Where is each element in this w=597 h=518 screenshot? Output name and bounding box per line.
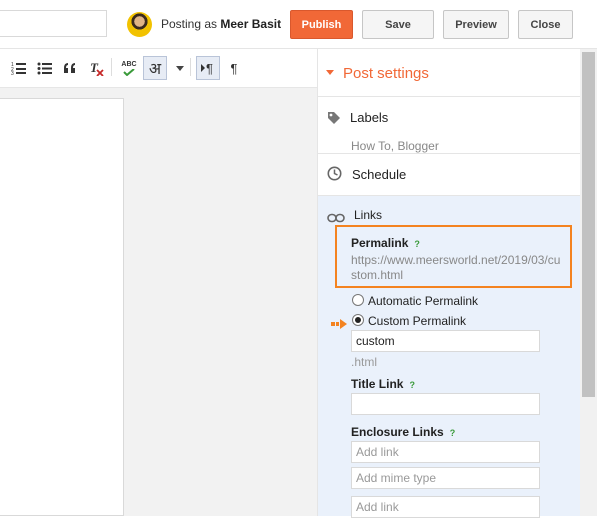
arrow-right-icon xyxy=(331,316,348,334)
divider xyxy=(318,153,580,154)
save-button[interactable]: Save xyxy=(362,10,434,39)
html-suffix: .html xyxy=(351,355,378,369)
user-name: Meer Basit xyxy=(220,17,282,31)
ltr-direction-button[interactable]: ¶ xyxy=(196,56,220,80)
clock-icon xyxy=(327,166,342,186)
numbered-list-icon[interactable]: 123 xyxy=(10,58,28,78)
permalink-url: https://www.meersworld.net/2019/03/custo… xyxy=(351,253,561,282)
help-icon[interactable]: ? xyxy=(409,380,415,390)
preview-button[interactable]: Preview xyxy=(443,10,509,39)
svg-text:T: T xyxy=(90,60,99,75)
posting-as-text: Posting as Meer Basit xyxy=(161,17,281,31)
publish-button[interactable]: Publish xyxy=(290,10,353,39)
automatic-permalink-radio[interactable] xyxy=(352,294,364,306)
caret-down-icon[interactable] xyxy=(326,70,334,75)
labels-section-title[interactable]: Labels xyxy=(350,110,388,125)
toolbar-separator xyxy=(111,58,112,76)
spellcheck-label: ABC xyxy=(121,60,137,68)
title-link-input[interactable] xyxy=(351,393,540,415)
bulleted-list-icon[interactable] xyxy=(36,58,54,78)
tag-icon xyxy=(327,111,341,130)
enclosure-links-title: Enclosure Links? xyxy=(351,425,455,439)
posting-as-prefix: Posting as xyxy=(161,17,218,31)
scrollbar-thumb[interactable] xyxy=(582,52,595,397)
close-button[interactable]: Close xyxy=(518,10,573,39)
transliteration-button[interactable]: अ xyxy=(143,56,167,80)
enclosure-link-input[interactable]: Add link xyxy=(351,441,540,463)
post-settings-title[interactable]: Post settings xyxy=(343,65,429,82)
title-link-title: Title Link? xyxy=(351,377,415,391)
svg-text:3: 3 xyxy=(11,71,14,75)
enclosure-mime-input[interactable]: Add mime type xyxy=(351,467,540,489)
custom-permalink-label[interactable]: Custom Permalink xyxy=(368,314,466,328)
help-icon[interactable]: ? xyxy=(450,428,456,438)
editor-page[interactable] xyxy=(0,98,124,516)
enclosure-link-input-2[interactable]: Add link xyxy=(351,496,540,518)
spellcheck-icon[interactable]: ABC xyxy=(119,58,139,78)
post-title-input[interactable] xyxy=(0,10,107,37)
remove-formatting-icon[interactable]: T xyxy=(88,58,106,78)
title-link-label: Title Link xyxy=(351,377,404,391)
help-icon[interactable]: ? xyxy=(414,239,420,249)
links-section-title[interactable]: Links xyxy=(354,208,382,222)
permalink-title: Permalink? xyxy=(351,236,420,250)
permalink-label: Permalink xyxy=(351,236,409,250)
custom-permalink-radio[interactable] xyxy=(352,314,364,326)
quote-icon[interactable] xyxy=(61,58,79,78)
divider xyxy=(318,96,580,97)
labels-value: How To, Blogger xyxy=(351,139,439,153)
schedule-section-title[interactable]: Schedule xyxy=(352,167,406,182)
enclosure-links-label: Enclosure Links xyxy=(351,425,444,439)
toolbar-separator xyxy=(190,58,191,76)
avatar xyxy=(127,12,152,37)
automatic-permalink-label[interactable]: Automatic Permalink xyxy=(368,294,478,308)
custom-permalink-input[interactable]: custom xyxy=(351,330,540,352)
chevron-down-icon[interactable] xyxy=(173,58,187,78)
rtl-direction-icon[interactable]: ¶ xyxy=(224,58,244,78)
svg-text:¶: ¶ xyxy=(206,61,213,75)
